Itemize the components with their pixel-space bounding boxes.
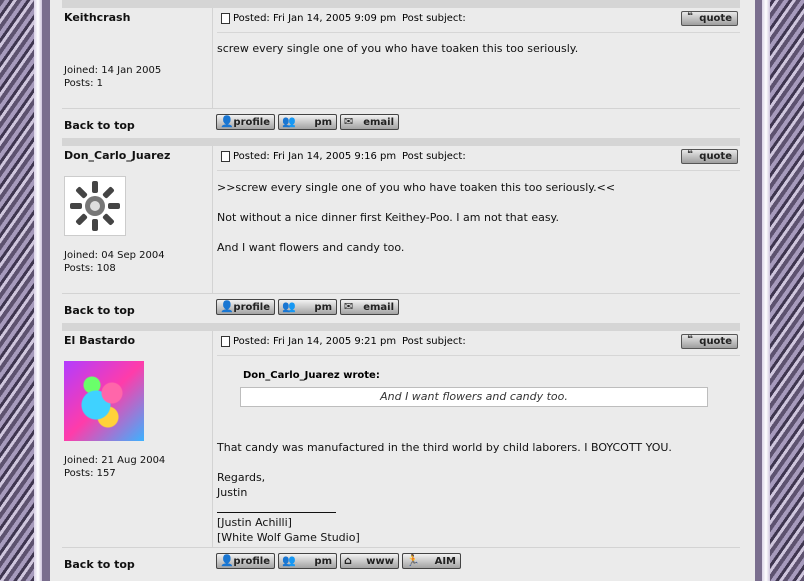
pm-button[interactable]: 👥 pm <box>278 114 337 130</box>
user-icon: 👤 <box>220 554 234 567</box>
post-separator <box>62 323 740 331</box>
back-to-top-link[interactable]: Back to top <box>64 119 135 132</box>
message-column: Posted: Fri Jan 14, 2005 9:21 pm Post su… <box>212 331 740 547</box>
pm-button-label: pm <box>314 301 332 313</box>
post-icon <box>221 336 230 347</box>
avatar <box>64 176 126 236</box>
pm-button[interactable]: 👥 pm <box>278 553 337 569</box>
quote-button-label: quote <box>699 13 732 24</box>
quote-box: And I want flowers and candy too. <box>240 387 708 407</box>
back-to-top-link[interactable]: Back to top <box>64 558 135 571</box>
email-button[interactable]: ✉ email <box>340 114 399 130</box>
post-body-line: Justin <box>217 486 248 499</box>
post-buttons: 👤 profile 👥 pm ⌂ www 🏃 AIM <box>216 553 461 569</box>
author-name: Keithcrash <box>64 11 131 24</box>
post-body-line: Regards, <box>217 471 266 484</box>
message-column: Posted: Fri Jan 14, 2005 9:09 pm Post su… <box>212 8 740 108</box>
profile-button-label: profile <box>233 555 270 567</box>
pm-button-label: pm <box>314 116 332 128</box>
post-2: Don_Carlo_Juarez Joined: 04 Sep 2004 Pos… <box>62 146 740 323</box>
quote-button-label: quote <box>699 151 732 162</box>
envelope-icon: ✉ <box>344 115 354 128</box>
post-header: Posted: Fri Jan 14, 2005 9:21 pm Post su… <box>217 331 740 356</box>
author-name: El Bastardo <box>64 334 136 347</box>
posted-date: Posted: Fri Jan 14, 2005 9:09 pm <box>233 13 397 24</box>
speech-bubble-icon: ❝ <box>687 334 693 345</box>
post-subject-label: Post subject: <box>402 336 466 347</box>
pm-button-label: pm <box>314 555 332 567</box>
users-icon: 👥 <box>282 300 296 313</box>
message-column: Posted: Fri Jan 14, 2005 9:16 pm Post su… <box>212 146 740 294</box>
quote-button-label: quote <box>699 336 732 347</box>
posted-date: Posted: Fri Jan 14, 2005 9:16 pm <box>233 151 397 162</box>
user-icon: 👤 <box>220 115 234 128</box>
users-icon: 👥 <box>282 554 296 567</box>
post-footer: Back to top 👤 profile 👥 pm ⌂ www 🏃 AIM <box>62 547 740 576</box>
forum-thread: Keithcrash Joined: 14 Jan 2005 Posts: 1 … <box>50 0 755 581</box>
post-count: Posts: 157 <box>64 468 116 479</box>
email-button-label: email <box>363 116 394 128</box>
speech-bubble-icon: ❝ <box>687 11 693 22</box>
aim-button-label: AIM <box>434 555 456 567</box>
gear-icon <box>70 181 120 231</box>
post-count: Posts: 108 <box>64 263 116 274</box>
profile-button-label: profile <box>233 301 270 313</box>
signature-divider <box>217 512 336 513</box>
post-buttons: 👤 profile 👥 pm ✉ email <box>216 299 399 315</box>
post-buttons: 👤 profile 👥 pm ✉ email <box>216 114 399 130</box>
post-count: Posts: 1 <box>64 78 104 89</box>
post-body-line: screw every single one of you who have t… <box>217 42 579 55</box>
author-info: El Bastardo Joined: 21 Aug 2004 Posts: 1… <box>62 331 212 547</box>
user-icon: 👤 <box>220 300 234 313</box>
post-1: Keithcrash Joined: 14 Jan 2005 Posts: 1 … <box>62 8 740 138</box>
posted-date: Posted: Fri Jan 14, 2005 9:21 pm <box>233 336 397 347</box>
joined-date: Joined: 21 Aug 2004 <box>64 455 166 466</box>
post-body-line: >>screw every single one of you who have… <box>217 181 616 194</box>
home-icon: ⌂ <box>344 554 352 567</box>
author-name: Don_Carlo_Juarez <box>64 149 171 162</box>
author-info: Keithcrash Joined: 14 Jan 2005 Posts: 1 <box>62 8 212 108</box>
profile-button[interactable]: 👤 profile <box>216 114 275 130</box>
post-footer: Back to top 👤 profile 👥 pm ✉ email <box>62 293 740 322</box>
joined-date: Joined: 04 Sep 2004 <box>64 250 165 261</box>
post-body-line: And I want flowers and candy too. <box>217 241 405 254</box>
post-separator <box>62 138 740 146</box>
users-icon: 👥 <box>282 115 296 128</box>
post-icon <box>221 13 230 24</box>
post-subject-label: Post subject: <box>402 151 466 162</box>
speech-bubble-icon: ❝ <box>687 149 693 160</box>
post-body-line: Not without a nice dinner first Keithey-… <box>217 211 559 224</box>
post-body-line: That candy was manufactured in the third… <box>217 441 672 454</box>
author-info: Don_Carlo_Juarez Joined: 04 Sep 2004 Pos… <box>62 146 212 294</box>
www-button[interactable]: ⌂ www <box>340 553 399 569</box>
profile-button[interactable]: 👤 profile <box>216 553 275 569</box>
envelope-icon: ✉ <box>344 300 354 313</box>
quote-author: Don_Carlo_Juarez wrote: <box>243 370 380 381</box>
post-body-line: [Justin Achilli] <box>217 516 292 529</box>
running-man-icon: 🏃 <box>406 554 420 567</box>
email-button[interactable]: ✉ email <box>340 299 399 315</box>
post-subject-label: Post subject: <box>402 13 466 24</box>
post-header: Posted: Fri Jan 14, 2005 9:16 pm Post su… <box>217 146 740 171</box>
right-border-frame <box>762 0 804 581</box>
aim-button[interactable]: 🏃 AIM <box>402 553 461 569</box>
post-header: Posted: Fri Jan 14, 2005 9:09 pm Post su… <box>217 8 740 33</box>
post-body-line: [White Wolf Game Studio] <box>217 531 360 544</box>
www-button-label: www <box>366 555 394 567</box>
quote-button[interactable]: ❝ quote <box>681 149 738 164</box>
quote-button[interactable]: ❝ quote <box>681 11 738 26</box>
profile-button[interactable]: 👤 profile <box>216 299 275 315</box>
avatar <box>64 361 144 441</box>
post-separator <box>62 0 740 8</box>
pm-button[interactable]: 👥 pm <box>278 299 337 315</box>
post-icon <box>221 151 230 162</box>
left-border-frame <box>0 0 42 581</box>
quote-button[interactable]: ❝ quote <box>681 334 738 349</box>
email-button-label: email <box>363 301 394 313</box>
back-to-top-link[interactable]: Back to top <box>64 304 135 317</box>
profile-button-label: profile <box>233 116 270 128</box>
joined-date: Joined: 14 Jan 2005 <box>64 65 162 76</box>
post-3: El Bastardo Joined: 21 Aug 2004 Posts: 1… <box>62 331 740 581</box>
post-footer: Back to top 👤 profile 👥 pm ✉ email <box>62 108 740 137</box>
